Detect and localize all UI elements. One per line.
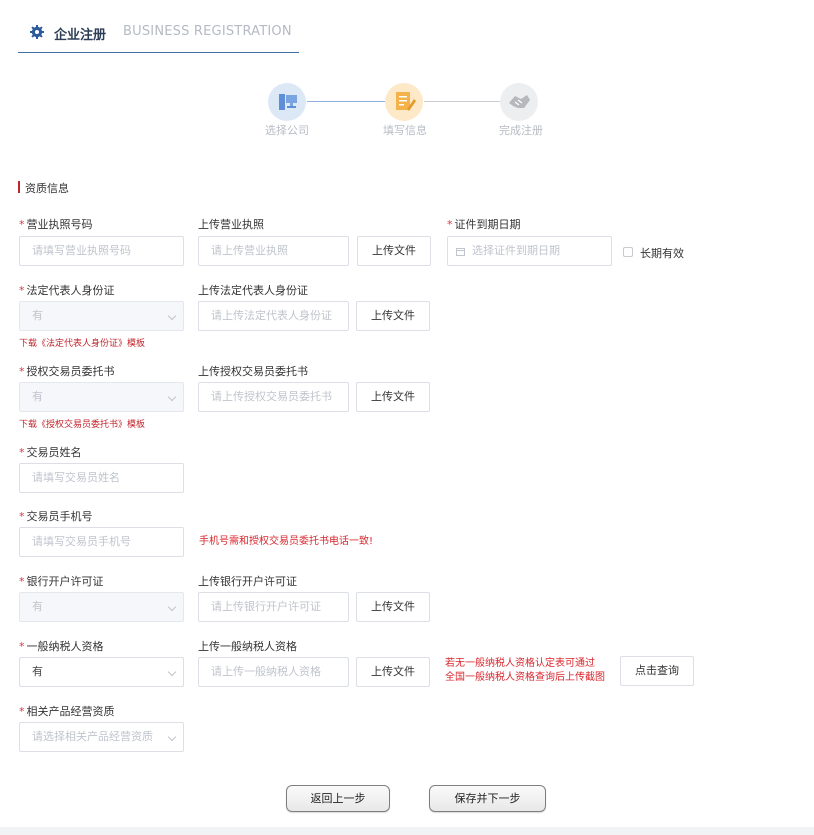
legal-id-template-link[interactable]: 下载《法定代表人身份证》模板 bbox=[19, 336, 145, 349]
bottom-divider bbox=[0, 827, 814, 835]
expiry-label: * 证件到期日期 bbox=[447, 218, 521, 231]
step-2-circle bbox=[385, 83, 423, 121]
computer-icon bbox=[279, 94, 297, 110]
query-button[interactable]: 点击查询 bbox=[620, 656, 694, 686]
auth-letter-upload-label: 上传授权交易员委托书 bbox=[198, 365, 308, 378]
page-title: 企业注册 bbox=[54, 28, 107, 43]
legal-id-upload-button[interactable]: 上传文件 bbox=[356, 301, 430, 331]
bank-permit-label: * 银行开户许可证 bbox=[19, 575, 104, 588]
calendar-icon bbox=[456, 248, 465, 256]
bank-permit-select[interactable]: 有 bbox=[19, 592, 184, 622]
legal-id-label: * 法定代表人身份证 bbox=[19, 284, 115, 297]
long-term-checkbox[interactable] bbox=[623, 247, 633, 257]
taxpayer-upload-label: 上传一般纳税人资格 bbox=[198, 640, 297, 653]
auth-letter-upload-input[interactable]: 请上传授权交易员委托书 bbox=[198, 382, 349, 412]
step-connector bbox=[424, 101, 502, 102]
step-1-label: 选择公司 bbox=[265, 124, 309, 137]
expiry-date-input[interactable]: 选择证件到期日期 bbox=[447, 236, 612, 266]
phone-warning: 手机号需和授权交易员委托书电话一致! bbox=[199, 536, 374, 547]
taxpayer-upload-button[interactable]: 上传文件 bbox=[356, 657, 430, 687]
product-qual-label: * 相关产品经营资质 bbox=[19, 705, 115, 718]
chevron-down-icon bbox=[167, 732, 177, 742]
legal-id-upload-input[interactable]: 请上传法定代表人身份证 bbox=[198, 301, 349, 331]
handshake-icon bbox=[509, 95, 530, 108]
section-marker bbox=[18, 181, 20, 193]
page-subtitle: BUSINESS REGISTRATION bbox=[123, 24, 292, 39]
legal-id-select[interactable]: 有 bbox=[19, 301, 184, 331]
auth-letter-label: * 授权交易员委托书 bbox=[19, 365, 115, 378]
long-term-label: 长期有效 bbox=[640, 247, 684, 260]
product-qual-select[interactable]: 请选择相关产品经营资质 bbox=[19, 722, 184, 752]
license-upload-label: 上传营业执照 bbox=[198, 218, 264, 231]
form-edit-icon bbox=[396, 92, 416, 111]
back-button[interactable]: 返回上一步 bbox=[286, 785, 390, 812]
bank-permit-upload-label: 上传银行开户许可证 bbox=[198, 575, 297, 588]
gear-icon bbox=[30, 25, 44, 39]
section-title: 资质信息 bbox=[25, 182, 69, 195]
auth-letter-upload-button[interactable]: 上传文件 bbox=[356, 382, 430, 412]
taxpayer-select[interactable]: 有 bbox=[19, 657, 184, 687]
license-no-input[interactable]: 请填写营业执照号码 bbox=[19, 236, 184, 266]
trader-name-label: * 交易员姓名 bbox=[19, 446, 82, 459]
taxpayer-warning-line2: 全国一般纳税人资格查询后上传截图 bbox=[445, 672, 605, 683]
trader-phone-input[interactable]: 请填写交易员手机号 bbox=[19, 527, 184, 557]
legal-id-upload-label: 上传法定代表人身份证 bbox=[198, 284, 308, 297]
bank-permit-upload-button[interactable]: 上传文件 bbox=[356, 592, 430, 622]
taxpayer-warning-line1: 若无一般纳税人资格认定表可通过 bbox=[445, 658, 595, 669]
step-3-label: 完成注册 bbox=[499, 124, 543, 137]
taxpayer-label: * 一般纳税人资格 bbox=[19, 640, 104, 653]
step-connector bbox=[307, 101, 385, 102]
trader-phone-label: * 交易员手机号 bbox=[19, 510, 93, 523]
auth-letter-select[interactable]: 有 bbox=[19, 382, 184, 412]
license-upload-input[interactable]: 请上传营业执照 bbox=[198, 236, 349, 266]
step-2-label: 填写信息 bbox=[383, 124, 427, 137]
auth-letter-template-link[interactable]: 下载《授权交易员委托书》模板 bbox=[19, 417, 145, 430]
chevron-down-icon bbox=[167, 667, 177, 677]
chevron-down-icon bbox=[167, 602, 177, 612]
bank-permit-upload-input[interactable]: 请上传银行开户许可证 bbox=[198, 592, 349, 622]
license-no-label: * 营业执照号码 bbox=[19, 218, 93, 231]
chevron-down-icon bbox=[167, 311, 177, 321]
step-3-circle bbox=[500, 83, 538, 121]
license-upload-button[interactable]: 上传文件 bbox=[357, 236, 431, 266]
step-1-circle bbox=[268, 83, 306, 121]
chevron-down-icon bbox=[167, 392, 177, 402]
trader-name-input[interactable]: 请填写交易员姓名 bbox=[19, 463, 184, 493]
taxpayer-upload-input[interactable]: 请上传一般纳税人资格 bbox=[198, 657, 349, 687]
save-next-button[interactable]: 保存并下一步 bbox=[429, 785, 546, 812]
